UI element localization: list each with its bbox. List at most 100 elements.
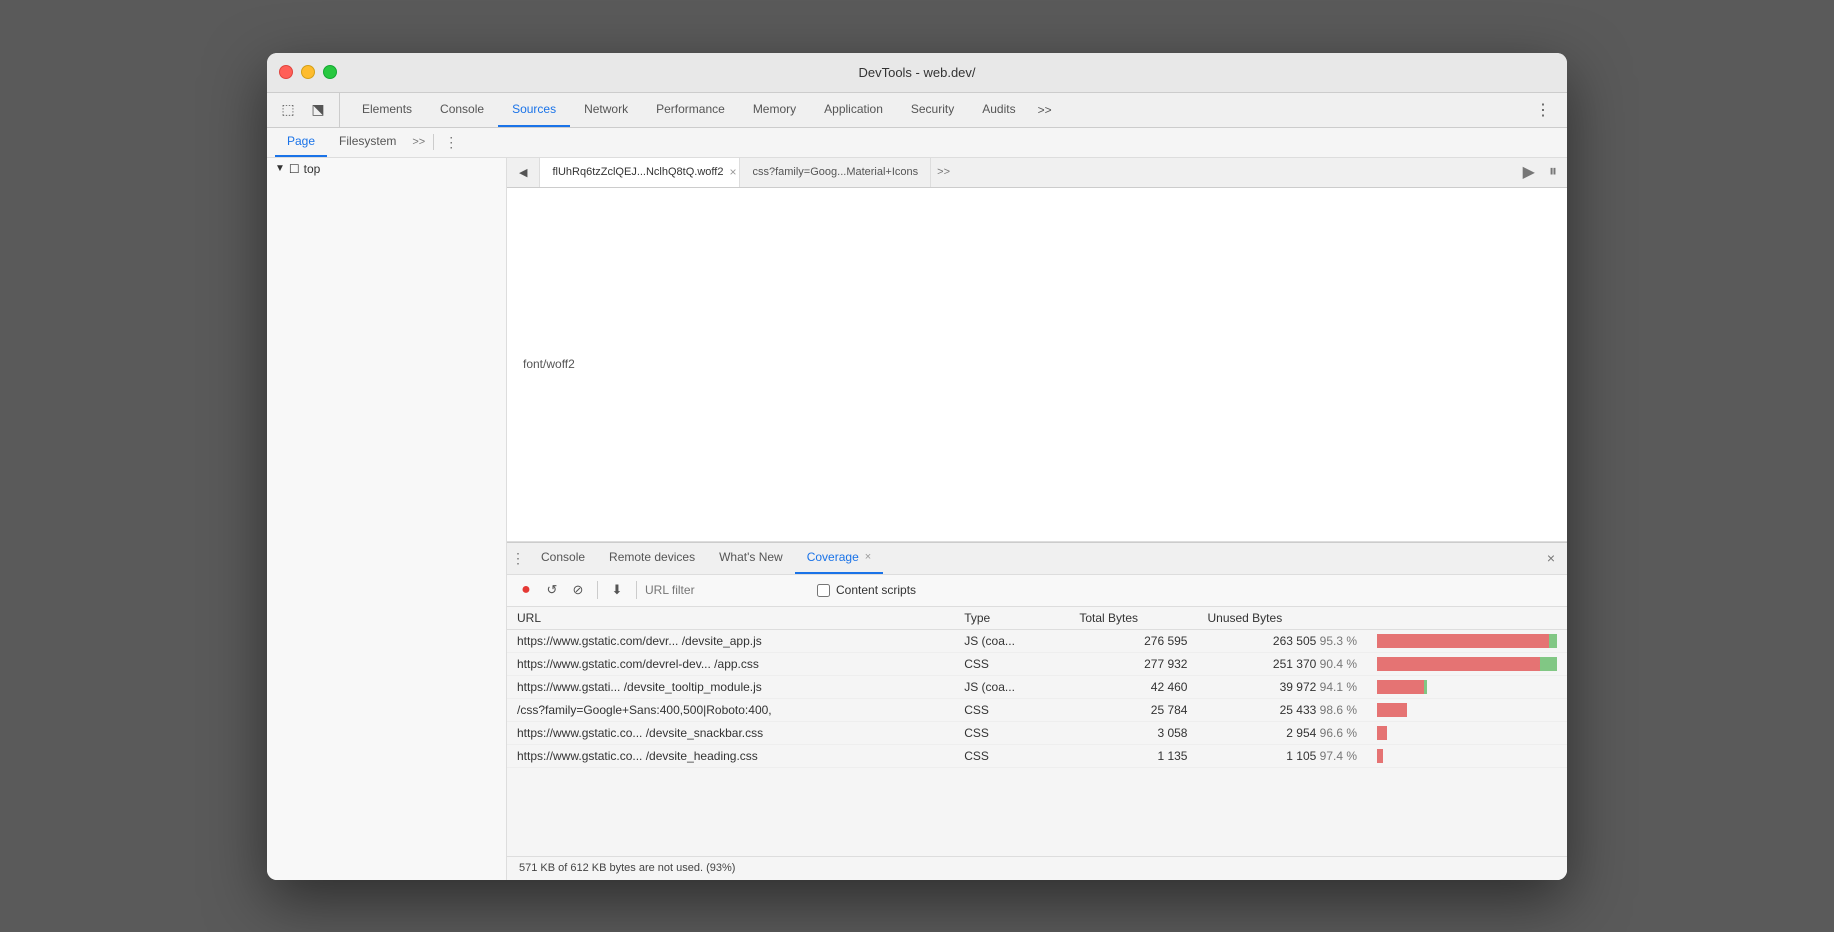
coverage-tab-close[interactable]: × [865,551,871,563]
col-unused-bytes: Unused Bytes [1197,607,1367,630]
cell-unused-bytes: 39 972 94.1 % [1197,675,1367,698]
right-area: ◀ flUhRq6tzZclQEJ...NclhQ8tQ.woff2 × css… [507,158,1567,880]
file-tab-back[interactable]: ◀ [507,158,540,187]
run-icon[interactable]: ▶ [1519,162,1539,182]
traffic-lights [279,65,337,79]
tree-arrow-icon: ▼ [275,163,285,174]
cell-url: /css?family=Google+Sans:400,500|Roboto:4… [507,698,954,721]
coverage-tab-label: Coverage [807,550,859,564]
cell-url: https://www.gstatic.com/devrel-dev... /a… [507,652,954,675]
cell-bar [1367,652,1567,675]
subnav-kebab[interactable]: ⋮ [438,134,464,151]
cell-url: https://www.gstatic.co... /devsite_headi… [507,744,954,767]
inspector-icon[interactable]: ⬚ [275,97,301,123]
bottom-tab-coverage[interactable]: Coverage × [795,543,883,574]
table-row[interactable]: https://www.gstatic.com/devrel-dev... /a… [507,652,1567,675]
devtools-nav: ⬚ ⬔ Elements Console Sources Network Per… [267,93,1567,128]
bottom-panel: ⋮ Console Remote devices What's New Cove… [507,542,1567,880]
cell-total-bytes: 3 058 [1069,721,1197,744]
cell-unused-bytes: 25 433 98.6 % [1197,698,1367,721]
devtools-window: DevTools - web.dev/ ⬚ ⬔ Elements Console… [267,53,1567,880]
cell-bar [1367,698,1567,721]
content-scripts-text: Content scripts [836,583,916,597]
cell-unused-bytes: 251 370 90.4 % [1197,652,1367,675]
pause-icon[interactable]: ⏸ [1545,163,1561,181]
status-text: 571 KB of 612 KB bytes are not used. (93… [519,862,735,874]
cell-url: https://www.gstati... /devsite_tooltip_m… [507,675,954,698]
tab-elements[interactable]: Elements [348,93,426,127]
nav-icons: ⬚ ⬔ [275,93,340,127]
content-scripts-label[interactable]: Content scripts [817,583,916,597]
minimize-button[interactable] [301,65,315,79]
file-tab-css[interactable]: css?family=Goog...Material+Icons [740,158,931,187]
coverage-refresh-button[interactable]: ↺ [541,579,563,601]
cell-unused-bytes: 2 954 96.6 % [1197,721,1367,744]
cell-type: JS (coa... [954,629,1069,652]
cell-total-bytes: 277 932 [1069,652,1197,675]
tab-console[interactable]: Console [426,93,498,127]
col-bar [1367,607,1567,630]
tree-top-item[interactable]: ▼ ☐ top [267,158,506,180]
bottom-tab-whats-new[interactable]: What's New [707,543,795,574]
col-url: URL [507,607,954,630]
col-type: Type [954,607,1069,630]
cell-bar [1367,744,1567,767]
file-content-path: font/woff2 [523,357,575,371]
file-content-area: font/woff2 [507,188,1567,542]
table-row[interactable]: https://www.gstatic.com/devr... /devsite… [507,629,1567,652]
table-row[interactable]: /css?family=Google+Sans:400,500|Roboto:4… [507,698,1567,721]
tab-sources[interactable]: Sources [498,93,570,127]
nav-kebab[interactable]: ⋮ [1527,93,1559,127]
cell-unused-bytes: 1 105 97.4 % [1197,744,1367,767]
table-row[interactable]: https://www.gstatic.co... /devsite_snack… [507,721,1567,744]
coverage-record-button[interactable]: ● [515,579,537,601]
bottom-panel-close[interactable]: × [1539,550,1563,566]
cell-total-bytes: 1 135 [1069,744,1197,767]
cell-type: CSS [954,652,1069,675]
nav-more[interactable]: >> [1030,93,1060,127]
url-filter-input[interactable] [645,583,805,597]
file-tab-woff2-close[interactable]: × [729,165,736,179]
subnav-more[interactable]: >> [408,136,429,148]
subnav-filesystem[interactable]: Filesystem [327,128,408,157]
content-scripts-checkbox[interactable] [817,584,830,597]
coverage-download-button[interactable]: ⬇ [606,579,628,601]
cell-type: CSS [954,744,1069,767]
coverage-toolbar: ● ↺ ⊘ ⬇ Content scripts [507,575,1567,607]
subnav-page[interactable]: Page [275,128,327,157]
cell-total-bytes: 42 460 [1069,675,1197,698]
bottom-kebab-icon[interactable]: ⋮ [511,550,525,567]
tab-audits[interactable]: Audits [968,93,1029,127]
cell-bar [1367,629,1567,652]
sources-subnav: Page Filesystem >> ⋮ [267,128,1567,158]
table-row[interactable]: https://www.gstati... /devsite_tooltip_m… [507,675,1567,698]
cell-type: CSS [954,698,1069,721]
bottom-tab-console[interactable]: Console [529,543,597,574]
tree-top-label: top [304,162,321,176]
cell-type: JS (coa... [954,675,1069,698]
cell-bar [1367,721,1567,744]
cell-type: CSS [954,721,1069,744]
table-row[interactable]: https://www.gstatic.co... /devsite_headi… [507,744,1567,767]
coverage-clear-button[interactable]: ⊘ [567,579,589,601]
tab-application[interactable]: Application [810,93,897,127]
file-tabs: ◀ flUhRq6tzZclQEJ...NclhQ8tQ.woff2 × css… [507,158,1567,188]
device-icon[interactable]: ⬔ [305,97,331,123]
frame-icon: ☐ [289,162,300,176]
file-tab-woff2[interactable]: flUhRq6tzZclQEJ...NclhQ8tQ.woff2 × [540,158,740,187]
tab-security[interactable]: Security [897,93,968,127]
tab-performance[interactable]: Performance [642,93,739,127]
file-tabs-more[interactable]: >> [931,158,956,187]
bottom-tab-remote-devices[interactable]: Remote devices [597,543,707,574]
tab-network[interactable]: Network [570,93,642,127]
close-button[interactable] [279,65,293,79]
maximize-button[interactable] [323,65,337,79]
toolbar-divider-2 [636,581,637,599]
tab-memory[interactable]: Memory [739,93,810,127]
file-tab-css-label: css?family=Goog...Material+Icons [752,166,918,178]
subnav-divider [433,134,434,150]
titlebar: DevTools - web.dev/ [267,53,1567,93]
cell-url: https://www.gstatic.co... /devsite_snack… [507,721,954,744]
coverage-table: URL Type Total Bytes Unused Bytes https:… [507,607,1567,768]
window-title: DevTools - web.dev/ [858,65,975,80]
